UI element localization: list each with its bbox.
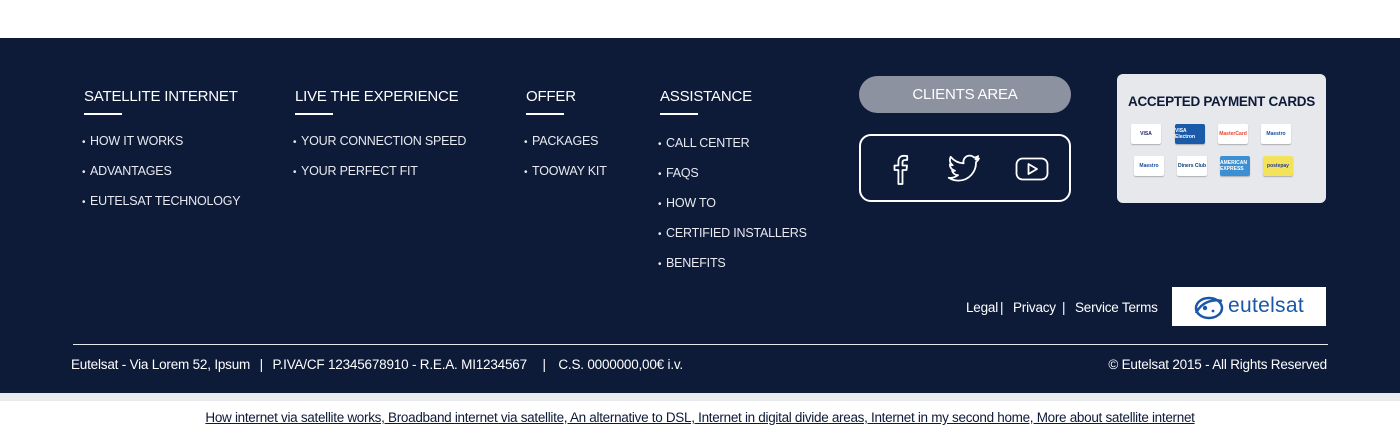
footer-link-tooway-kit[interactable]: • TOOWAY KIT — [524, 156, 607, 186]
top-strip — [0, 0, 1400, 38]
footer-link-certified-installers[interactable]: • CERTIFIED INSTALLERS — [658, 218, 807, 248]
american-express-card-icon: AMERICAN EXPRESS — [1220, 156, 1250, 176]
footer-link-eutelsat-technology[interactable]: • EUTELSAT TECHNOLOGY — [82, 186, 241, 216]
footer-link-your-connection-speed[interactable]: • YOUR CONNECTION SPEED — [293, 126, 466, 156]
title-underline — [295, 113, 333, 115]
footer-link-packages[interactable]: • PACKAGES — [524, 126, 607, 156]
seo-links: How internet via satellite works, Broadb… — [0, 410, 1400, 425]
maestro-card-icon-2: Maestro — [1134, 156, 1164, 176]
footer-divider — [73, 344, 1328, 345]
footer-column-offer: OFFER • PACKAGES • TOOWAY KIT — [524, 88, 607, 186]
footer-column-satellite-internet: SATELLITE INTERNET • HOW IT WORKS • ADVANT… — [82, 88, 241, 216]
footer-link-your-perfect-fit[interactable]: • YOUR PERFECT FIT — [293, 156, 466, 186]
title-underline — [84, 113, 122, 115]
copyright-text: © Eutelsat 2015 - All Rights Reserved — [1108, 357, 1327, 372]
seo-links-bar: How internet via satellite works, Broadb… — [0, 401, 1400, 448]
column-title: OFFER — [526, 88, 576, 105]
company-info: Eutelsat - Via Lorem 52, Ipsum | P.IVA/C… — [71, 357, 683, 372]
accepted-payment-cards: ACCEPTED PAYMENT CARDS VISA VISA Electro… — [1117, 74, 1326, 203]
footer-column-assistance: ASSISTANCE • CALL CENTER • FAQS • HOW TO • C… — [658, 88, 807, 278]
postepay-card-icon: postepay — [1263, 156, 1293, 176]
company-address: Eutelsat - Via Lorem 52, Ipsum — [71, 357, 251, 372]
company-capital: C.S. 0000000,00€ i.v. — [558, 357, 683, 372]
eutelsat-logo[interactable]: eutelsat — [1172, 287, 1326, 326]
service-terms-link[interactable]: Service Terms — [1075, 300, 1158, 315]
column-title: SATELLITE INTERNET — [84, 88, 238, 105]
eutelsat-logo-text: eutelsat — [1228, 294, 1304, 317]
title-underline — [660, 113, 698, 115]
facebook-icon[interactable] — [889, 152, 911, 186]
social-links — [859, 134, 1071, 202]
footer-link-advantages[interactable]: • ADVANTAGES — [82, 156, 240, 186]
footer-link-call-center[interactable]: • CALL CENTER — [658, 128, 807, 158]
bottom-gap — [0, 393, 1400, 401]
payment-title: ACCEPTED PAYMENT CARDS — [1128, 94, 1315, 109]
mastercard-card-icon: MasterCard — [1218, 124, 1248, 144]
site-footer: SATELLITE INTERNET • HOW IT WORKS • ADVANT… — [0, 38, 1400, 393]
footer-link-benefits[interactable]: • BENEFITS — [658, 248, 807, 278]
clients-area-button[interactable]: CLIENTS AREA — [859, 76, 1071, 113]
column-title: LIVE THE EXPERIENCE — [295, 88, 459, 105]
column-title: ASSISTANCE — [660, 88, 752, 105]
footer-link-how-to[interactable]: • HOW TO — [658, 188, 807, 218]
company-vat: P.IVA/CF 12345678910 - R.E.A. MI1234567 — [272, 357, 528, 372]
legal-separator: | — [1062, 300, 1066, 315]
seo-links-text[interactable]: How internet via satellite works, Broadb… — [205, 410, 1195, 425]
youtube-icon[interactable] — [1015, 152, 1049, 186]
footer-link-how-it-works[interactable]: • HOW IT WORKS — [82, 126, 240, 156]
maestro-card-icon: Maestro — [1261, 124, 1291, 144]
legal-link[interactable]: Legal — [966, 300, 998, 315]
legal-separator: | — [1000, 300, 1004, 315]
footer-column-live-the-experience: LIVE THE EXPERIENCE • YOUR CONNECTION SPE… — [293, 88, 466, 186]
twitter-icon[interactable] — [947, 152, 981, 186]
diners-club-card-icon: Diners Club — [1177, 156, 1207, 176]
title-underline — [526, 113, 564, 115]
footer-link-faqs[interactable]: • FAQS — [658, 158, 807, 188]
visa-electron-card-icon: VISA Electron — [1175, 124, 1205, 144]
privacy-link[interactable]: Privacy — [1013, 300, 1056, 315]
visa-card-icon: VISA — [1131, 124, 1161, 144]
